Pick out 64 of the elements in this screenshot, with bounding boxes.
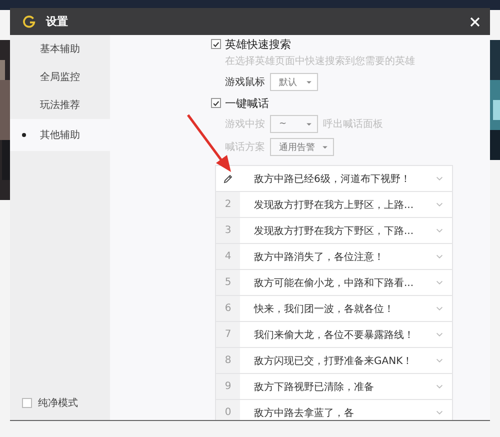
sidebar-item[interactable]: 全局监控 <box>10 63 110 91</box>
phrase-text: 发现敌方打野在我方下野区，下路... <box>253 224 415 238</box>
phrase-row[interactable]: 3 发现敌方打野在我方下野区，下路... <box>216 218 452 244</box>
chevron-icon[interactable] <box>435 200 444 209</box>
phrase-row[interactable]: 7 我们来偷大龙，各位不要暴露路线！ <box>216 322 452 348</box>
field-label: 呼出喊话面板 <box>323 118 383 131</box>
caret-icon <box>321 143 329 151</box>
window-title: 设置 <box>46 14 68 29</box>
checkbox-label: 一键喊话 <box>225 96 269 110</box>
phrase-text: 发现敌方打野在我方上野区，上路... <box>253 198 415 212</box>
chevron-icon[interactable] <box>435 330 444 339</box>
checkbox[interactable] <box>22 398 32 408</box>
row-number: 5 <box>224 277 232 288</box>
phrase-row[interactable]: 2 发现敌方打野在我方上野区，上路... <box>216 192 452 218</box>
checkbox[interactable] <box>211 39 221 49</box>
row-number: 4 <box>224 251 232 262</box>
phrase-text: 快来，我们团一波，各就各位！ <box>252 302 395 316</box>
row-number: 8 <box>224 355 232 366</box>
hint-text: 在选择英雄页面中快速搜索到您需要的英雄 <box>225 54 416 68</box>
chevron-icon[interactable] <box>435 304 444 313</box>
phrase-text: 敌方中路去拿蓝了，各 <box>253 406 355 420</box>
sidebar-item[interactable]: 其他辅助 <box>10 119 110 151</box>
close-icon[interactable] <box>470 16 480 26</box>
row-number: 9 <box>224 381 232 392</box>
row-number: 6 <box>224 303 232 314</box>
dropdown[interactable]: 默认 <box>270 73 318 91</box>
phrase-row[interactable]: 5 敌方可能在偷小龙，中路和下路看... <box>216 270 452 296</box>
logo-icon <box>23 15 36 28</box>
phrase-text: 敌方可能在偷小龙，中路和下路看... <box>253 276 415 290</box>
checkbox-label: 英雄快速搜索 <box>225 36 291 52</box>
check-icon <box>212 98 220 108</box>
chevron-icon[interactable] <box>435 356 444 365</box>
field-label: 喊话方案 <box>225 140 265 154</box>
phrase-text: 我们来偷大龙，各位不要暴露路线！ <box>253 328 415 342</box>
pencil-icon <box>223 174 233 184</box>
sidebar-item[interactable]: 玩法推荐 <box>10 91 110 119</box>
phrase-row[interactable]: 0 敌方中路去拿蓝了，各 <box>216 400 452 420</box>
row-number: 3 <box>224 225 232 236</box>
phrase-row[interactable]: 4 敌方中路消失了，各位注意！ <box>216 244 452 270</box>
checkbox-label: 纯净模式 <box>38 396 78 410</box>
phrase-row[interactable]: 6 快来，我们团一波，各就各位！ <box>216 296 452 322</box>
field-label: 游戏中按 <box>225 118 265 131</box>
chevron-icon[interactable] <box>435 278 444 287</box>
caret-icon <box>305 78 313 86</box>
phrase-text: 敌方中路已经6级，河道布下视野！ <box>253 172 412 186</box>
phrase-row[interactable]: 8 敌方闪现已交，打野准备来GANK！ <box>216 348 452 374</box>
chevron-icon[interactable] <box>435 174 444 183</box>
chevron-icon[interactable] <box>435 408 444 417</box>
row-number: 2 <box>224 199 232 210</box>
row-number: 7 <box>224 329 232 340</box>
phrase-text: 敌方闪现已交，打野准备来GANK！ <box>253 354 414 368</box>
check-icon <box>212 40 220 48</box>
caret-icon <box>305 120 313 128</box>
chevron-icon[interactable] <box>435 252 444 261</box>
row-number: 0 <box>224 407 232 418</box>
sidebar-item[interactable]: 基本辅助 <box>10 35 110 63</box>
chevron-icon[interactable] <box>435 382 444 391</box>
phrase-row[interactable]: 敌方中路已经6级，河道布下视野！ <box>216 166 452 192</box>
phrase-text: 敌方下路视野已清除，准备 <box>253 380 375 394</box>
checkbox[interactable] <box>211 98 221 108</box>
phrase-row[interactable]: 9 敌方下路视野已清除，准备 <box>216 374 452 400</box>
field-label: 游戏鼠标 <box>225 76 265 89</box>
chevron-icon[interactable] <box>435 226 444 235</box>
phrase-text: 敌方中路消失了，各位注意！ <box>253 250 385 264</box>
